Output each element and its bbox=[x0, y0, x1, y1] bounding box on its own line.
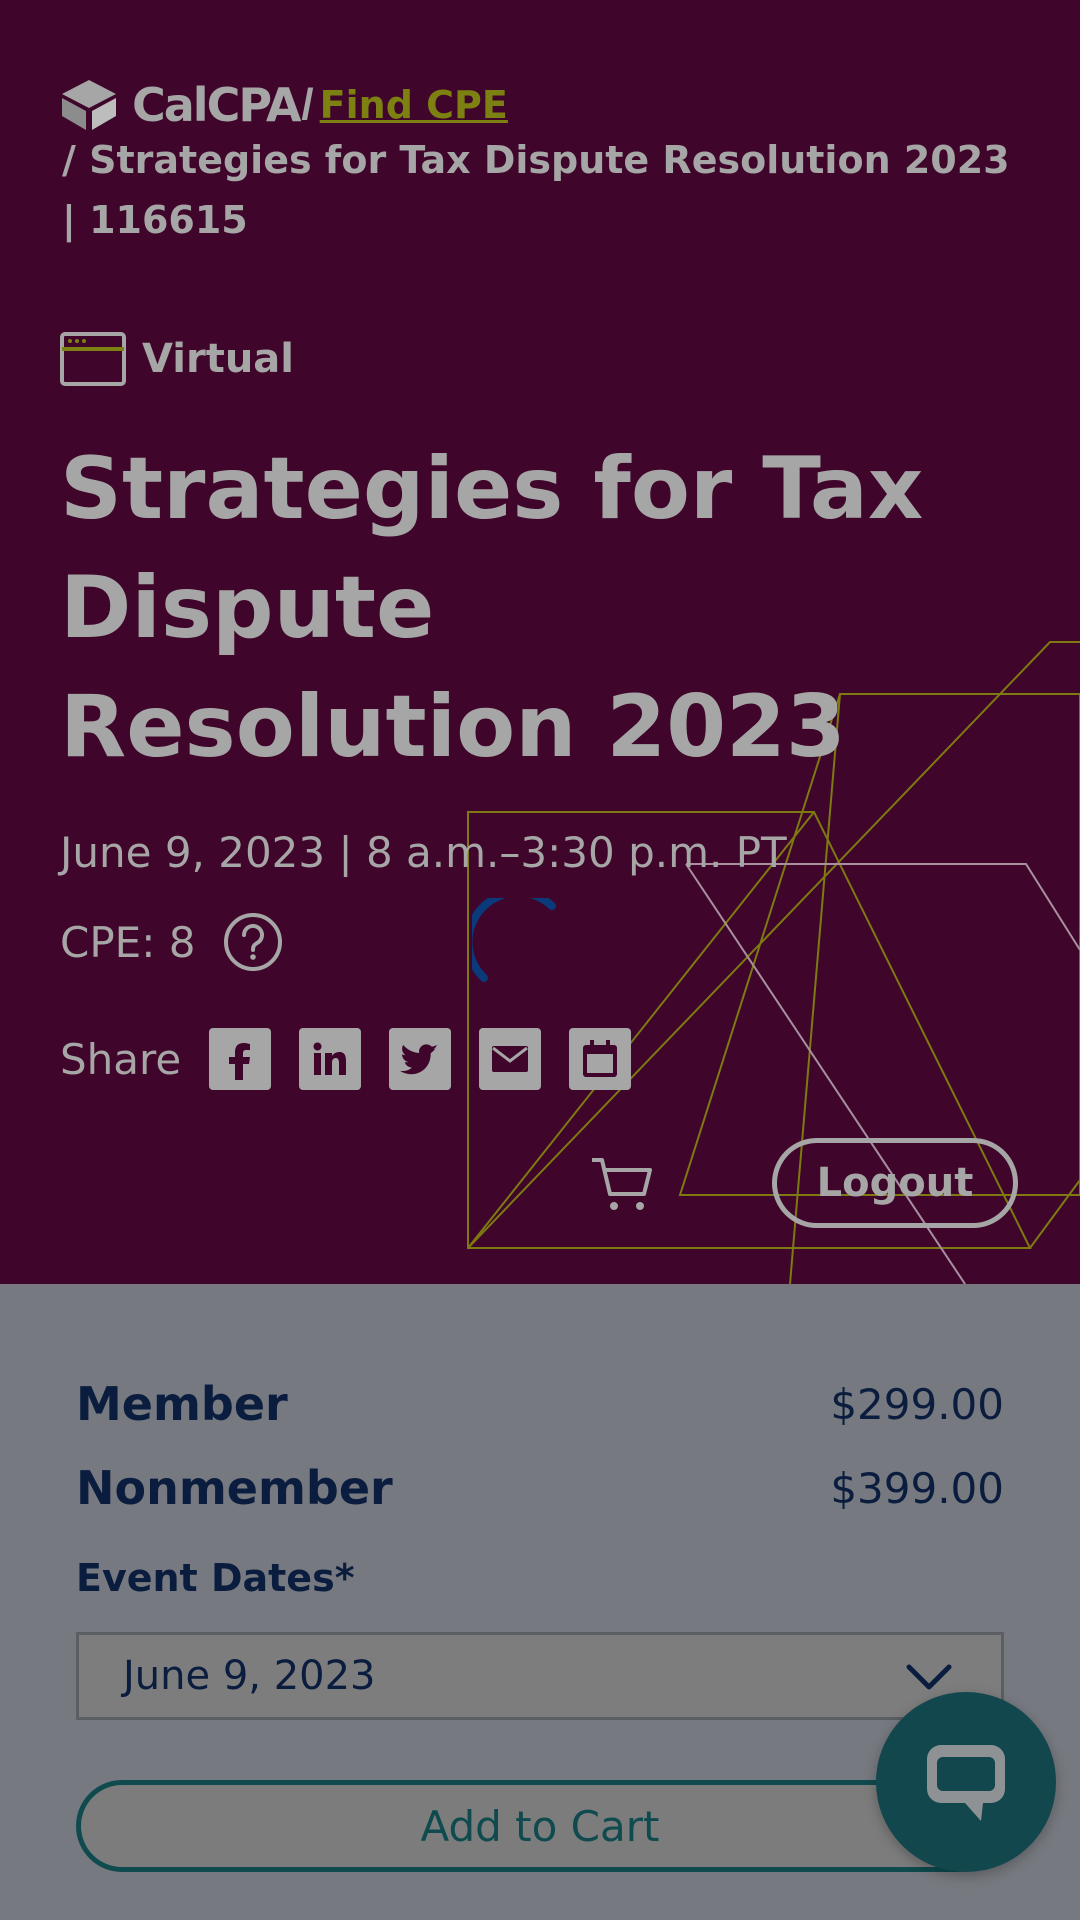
event-format-label: Virtual bbox=[142, 336, 294, 382]
breadcrumb-link-find-cpe[interactable]: Find CPE bbox=[320, 83, 508, 127]
share-label: Share bbox=[60, 1034, 182, 1084]
help-icon[interactable] bbox=[223, 912, 283, 972]
calcpa-logo-icon bbox=[62, 80, 116, 130]
breadcrumb: CalCPA / Find CPE bbox=[60, 78, 508, 132]
calendar-share-button[interactable] bbox=[569, 1028, 632, 1090]
nonmember-price-value: $399.00 bbox=[830, 1463, 1004, 1513]
email-share-button[interactable] bbox=[479, 1028, 542, 1090]
price-row-nonmember: Nonmember $399.00 bbox=[76, 1446, 1004, 1530]
facebook-icon bbox=[229, 1043, 251, 1080]
member-price-label: Member bbox=[76, 1377, 288, 1431]
browser-window-icon bbox=[60, 332, 126, 386]
logout-button[interactable]: Logout bbox=[772, 1138, 1018, 1228]
cart-icon[interactable] bbox=[590, 1154, 654, 1214]
event-dates-select[interactable]: June 9, 2023 bbox=[76, 1632, 1004, 1720]
chat-button[interactable] bbox=[876, 1692, 1056, 1872]
event-date-time: June 9, 2023 | 8 a.m.–3:30 p.m. PT bbox=[60, 828, 787, 877]
pricing-table: Member $299.00 Nonmember $399.00 bbox=[76, 1362, 1004, 1530]
breadcrumb-separator: / bbox=[301, 80, 314, 129]
add-to-cart-button[interactable]: Add to Cart bbox=[76, 1780, 1004, 1872]
member-price-value: $299.00 bbox=[830, 1379, 1004, 1429]
calendar-icon bbox=[583, 1040, 618, 1077]
chevron-down-icon bbox=[906, 1664, 952, 1690]
event-format: Virtual bbox=[60, 332, 294, 386]
twitter-share-button[interactable] bbox=[389, 1028, 452, 1090]
facebook-share-button[interactable] bbox=[209, 1028, 272, 1090]
breadcrumb-current: / Strategies for Tax Dispute Resolution … bbox=[62, 138, 1010, 242]
loading-spinner-icon bbox=[472, 898, 556, 982]
event-dates-label: Event Dates* bbox=[76, 1556, 355, 1600]
page-title: Strategies for Tax Dispute Resolution 20… bbox=[60, 439, 924, 777]
brand-name[interactable]: CalCPA bbox=[132, 78, 301, 132]
event-dates-selected-value: June 9, 2023 bbox=[123, 1653, 376, 1699]
linkedin-share-button[interactable] bbox=[299, 1028, 362, 1090]
twitter-icon bbox=[400, 1044, 439, 1075]
chat-icon bbox=[927, 1745, 1005, 1821]
email-icon bbox=[492, 1046, 529, 1072]
share-bar: Share bbox=[60, 1028, 659, 1090]
cpe-credits: CPE: 8 bbox=[60, 912, 283, 972]
cpe-label: CPE: 8 bbox=[60, 917, 196, 967]
linkedin-icon bbox=[313, 1042, 347, 1075]
nonmember-price-label: Nonmember bbox=[76, 1461, 393, 1515]
event-hero: CalCPA / Find CPE / Strategies for Tax D… bbox=[0, 0, 1080, 1284]
price-row-member: Member $299.00 bbox=[76, 1362, 1004, 1446]
